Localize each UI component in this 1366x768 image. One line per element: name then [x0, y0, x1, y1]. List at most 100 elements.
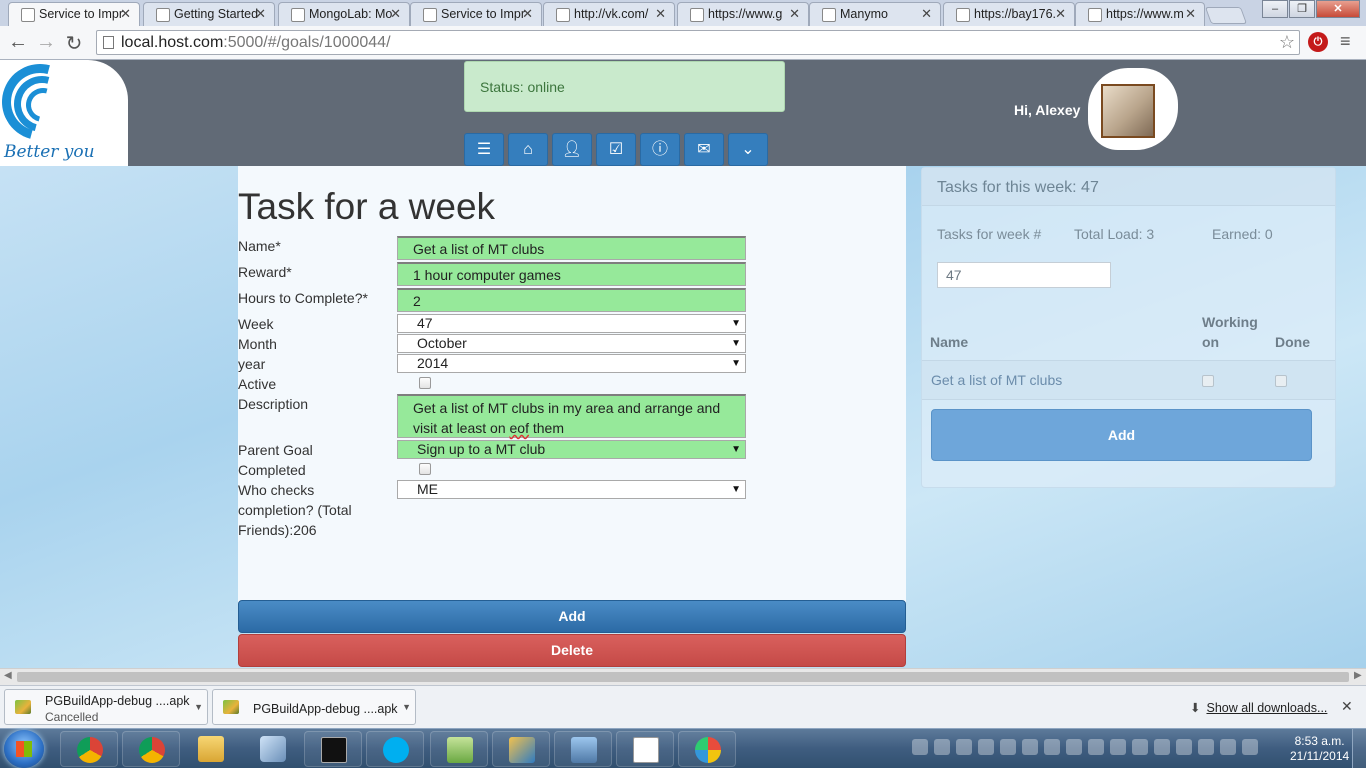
battery-icon[interactable] [1176, 739, 1192, 755]
browser-tab[interactable]: Service to Impr ✕ [410, 2, 542, 26]
browser-tab[interactable]: https://www.g ✕ [677, 2, 809, 26]
week-number-input[interactable]: 47 [937, 262, 1111, 288]
scroll-left-icon[interactable]: ◀ [4, 670, 12, 681]
nav-mail-button[interactable]: ✉ [684, 133, 724, 166]
back-icon[interactable]: ← [6, 31, 30, 54]
avatar[interactable] [1101, 84, 1155, 138]
taskbar-paint[interactable] [678, 731, 736, 767]
tab-close-icon[interactable]: ✕ [655, 6, 666, 22]
close-window-button[interactable]: ✕ [1316, 0, 1360, 18]
tray-app-icon[interactable] [1088, 739, 1104, 755]
week-select[interactable]: 47 ▼ [397, 314, 746, 333]
browser-tab[interactable]: https://bay176. ✕ [943, 2, 1075, 26]
tab-close-icon[interactable]: ✕ [255, 6, 266, 22]
system-clock[interactable]: 8:53 a.m. 21/11/2014 [1290, 734, 1349, 764]
add-button[interactable]: Add [238, 600, 906, 633]
start-button[interactable] [4, 730, 44, 768]
nav-home-button[interactable]: ⌂ [508, 133, 548, 166]
downloads-bar: PGBuildApp-debug ....apk Cancelled ▼ PGB… [0, 685, 1366, 728]
active-checkbox[interactable] [419, 377, 431, 389]
network-icon[interactable] [1220, 739, 1236, 755]
tab-close-icon[interactable]: ✕ [789, 6, 800, 22]
taskbar-remote-desktop[interactable] [554, 731, 612, 767]
browser-tab[interactable]: Service to Impr ✕ [8, 2, 140, 26]
show-all-downloads-link[interactable]: ⬇ Show all downloads... [1190, 700, 1327, 715]
taskbar-explorer[interactable] [182, 731, 240, 767]
taskbar-skype[interactable] [366, 731, 424, 767]
nav-goals-button[interactable]: ☑ [596, 133, 636, 166]
table-row[interactable]: Get a list of MT clubs [922, 360, 1335, 400]
close-downloads-icon[interactable]: ✕ [1341, 698, 1353, 715]
tray-app-icon[interactable] [978, 739, 994, 755]
volume-icon[interactable] [1198, 739, 1214, 755]
horizontal-scrollbar[interactable]: ◀ ▶ [0, 668, 1366, 685]
hours-field[interactable]: 2 [397, 288, 746, 312]
browser-tab[interactable]: http://vk.com/ ✕ [543, 2, 675, 26]
who-checks-select[interactable]: ME ▼ [397, 480, 746, 499]
chevron-down-icon[interactable]: ▼ [194, 702, 203, 712]
browser-tab-title: https://www.m [1106, 7, 1184, 21]
tab-close-icon[interactable]: ✕ [1185, 6, 1196, 22]
tab-close-icon[interactable]: ✕ [1055, 6, 1066, 22]
taskbar-virtualbox[interactable] [244, 731, 302, 767]
reward-field[interactable]: 1 hour computer games [397, 262, 746, 286]
tray-app-icon[interactable] [1066, 739, 1082, 755]
maximize-button[interactable]: ❐ [1289, 0, 1315, 18]
taskbar-command-prompt[interactable] [304, 731, 362, 767]
tab-close-icon[interactable]: ✕ [921, 6, 932, 22]
tray-app-icon[interactable] [1132, 739, 1148, 755]
week-add-button[interactable]: Add [931, 409, 1312, 461]
month-select[interactable]: October ▼ [397, 334, 746, 353]
new-tab-button[interactable] [1204, 7, 1248, 24]
browser-tab[interactable]: Manymo ✕ [809, 2, 941, 26]
reload-icon[interactable]: ↻ [62, 31, 86, 56]
tray-app-icon[interactable] [1022, 739, 1038, 755]
parent-goal-select[interactable]: Sign up to a MT club ▼ [397, 440, 746, 459]
tab-close-icon[interactable]: ✕ [120, 6, 131, 22]
tray-app-icon[interactable] [956, 739, 972, 755]
completed-checkbox[interactable] [419, 463, 431, 475]
tab-close-icon[interactable]: ✕ [522, 6, 533, 22]
taskbar-task-list[interactable] [616, 731, 674, 767]
browser-tab[interactable]: https://www.m ✕ [1075, 2, 1205, 26]
nav-list-button[interactable]: ☰ [464, 133, 504, 166]
dropdown-arrow-icon: ▼ [731, 318, 741, 329]
taskbar-installer[interactable] [492, 731, 550, 767]
tray-utorrent-icon[interactable] [934, 739, 950, 755]
browser-tab[interactable]: MongoLab: Mo ✕ [278, 2, 410, 26]
show-desktop-button[interactable] [1352, 729, 1366, 768]
download-item[interactable]: PGBuildApp-debug ....apk Cancelled ▼ [4, 689, 208, 725]
taskbar-chrome-window[interactable] [122, 731, 180, 767]
tray-app-icon[interactable] [1154, 739, 1170, 755]
tab-close-icon[interactable]: ✕ [390, 6, 401, 22]
logo[interactable]: Better you [0, 60, 128, 166]
flag-icon[interactable] [1242, 739, 1258, 755]
extension-icon[interactable]: ⏻ [1308, 32, 1328, 52]
minimize-button[interactable]: – [1262, 0, 1288, 18]
browser-menu-icon[interactable]: ≡ [1340, 31, 1351, 52]
download-item[interactable]: PGBuildApp-debug ....apk ▼ [212, 689, 416, 725]
forward-icon[interactable]: → [34, 31, 58, 54]
tray-app-icon[interactable] [912, 739, 928, 755]
tray-app-icon[interactable] [1110, 739, 1126, 755]
taskbar-notepad-plus[interactable] [430, 731, 488, 767]
taskbar-chrome[interactable] [60, 731, 118, 767]
done-checkbox[interactable] [1275, 375, 1287, 387]
name-field[interactable]: Get a list of MT clubs [397, 236, 746, 260]
year-select[interactable]: 2014 ▼ [397, 354, 746, 373]
scrollbar-thumb[interactable] [17, 672, 1349, 682]
nav-info-button[interactable]: ⓘ [640, 133, 680, 166]
delete-button[interactable]: Delete [238, 634, 906, 667]
nav-user-button[interactable]: 👤︎ [552, 133, 592, 166]
tray-app-icon[interactable] [1000, 739, 1016, 755]
description-field[interactable]: Get a list of MT clubs in my area and ar… [397, 394, 746, 438]
tray-app-icon[interactable] [1044, 739, 1060, 755]
address-bar[interactable]: local.host.com:5000/#/goals/1000044/ ☆ [96, 30, 1300, 55]
nav-more-button[interactable]: ⌄ [728, 133, 768, 166]
working-on-checkbox[interactable] [1202, 375, 1214, 387]
bookmark-star-icon[interactable]: ☆ [1279, 32, 1295, 53]
chevron-down-icon[interactable]: ▼ [402, 702, 411, 712]
scroll-right-icon[interactable]: ▶ [1354, 670, 1362, 681]
task-name-link[interactable]: Get a list of MT clubs [931, 372, 1062, 388]
browser-tab[interactable]: Getting Started ✕ [143, 2, 275, 26]
